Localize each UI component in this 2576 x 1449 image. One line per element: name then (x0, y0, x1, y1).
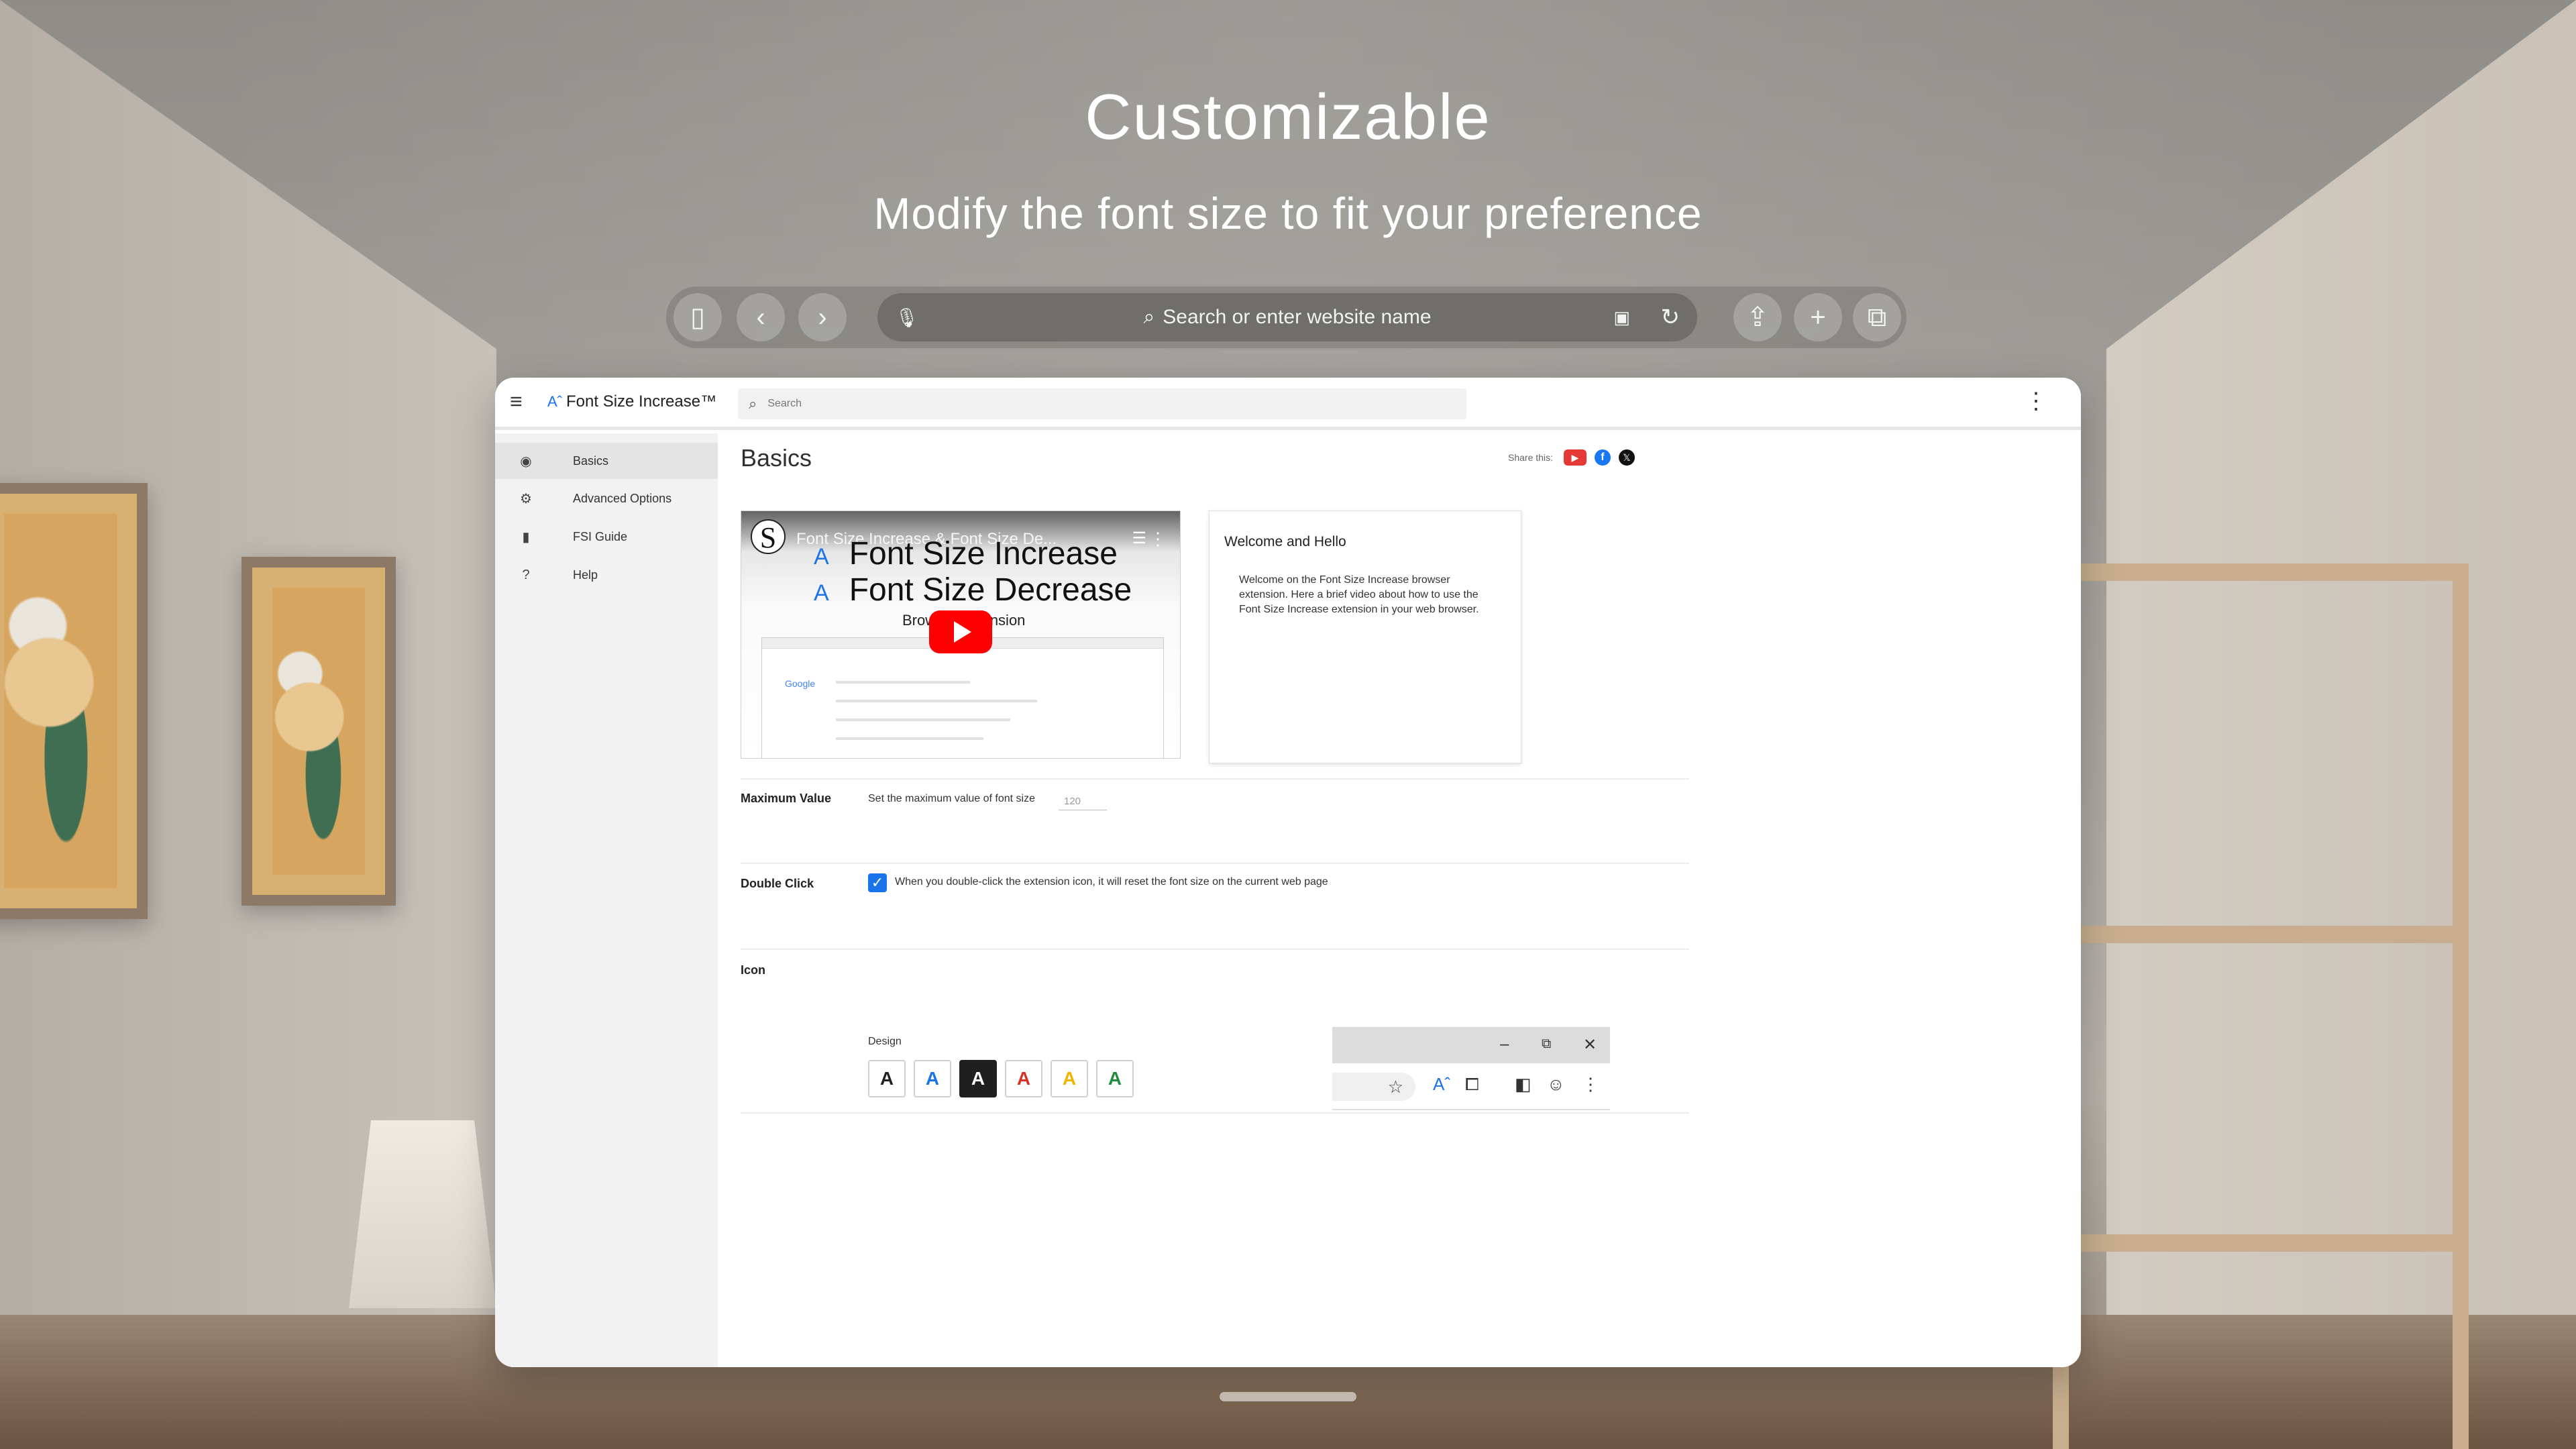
sidebar-item-label: FSI Guide (573, 529, 628, 543)
back-icon[interactable]: ‹ (737, 293, 785, 341)
sidebar: ◉ Basics ⚙ Advanced Options ▮ FSI Guide … (495, 433, 718, 1367)
app-name: Font Size Increase™ (566, 392, 717, 411)
app-topbar: ≡ AˆFont Size Increase™ ⌕ ⋮ (495, 378, 2081, 430)
star-icon: ☆ (1387, 1077, 1403, 1097)
google-logo: Google (785, 678, 816, 689)
sidebar-item-label: Basics (573, 453, 609, 468)
sidepanel-icon: ◧ (1515, 1074, 1532, 1094)
youtube-icon[interactable]: ▶ (1563, 449, 1587, 466)
share-bar: Share this: ▶ f 𝕏 (1508, 449, 1635, 466)
video-text-line1: A Font Size Increase (814, 536, 1118, 572)
minimize-icon: – (1500, 1035, 1509, 1053)
font-a-icon: A (814, 580, 829, 606)
sidebar-item-basics[interactable]: ◉ Basics (495, 443, 718, 479)
plus-icon[interactable]: + (1794, 293, 1842, 341)
hero-subtitle: Modify the font size to fit your prefere… (873, 189, 1703, 238)
brand-logo-icon: Aˆ (547, 393, 562, 410)
share-icon[interactable]: ⇪ (1733, 293, 1782, 341)
icon-design-white-on-dark[interactable]: A (959, 1060, 997, 1097)
video-thumbnail-screenshot: Google (761, 637, 1164, 758)
address-bar[interactable]: 🎙 ⌕ Search or enter website name ▣ ↻ (877, 293, 1697, 341)
video-player[interactable]: Google S Font Size Increase & Font Size … (741, 511, 1181, 759)
microphone-icon[interactable]: 🎙 (895, 307, 919, 329)
double-click-description: When you double-click the extension icon… (895, 876, 1328, 888)
more-icon: ⋮ (1582, 1074, 1599, 1094)
home-indicator (1220, 1392, 1356, 1401)
profile-icon: ☺ (1547, 1074, 1565, 1094)
reload-icon[interactable]: ↻ (1661, 304, 1680, 331)
settings-icon: ⚙ (520, 491, 532, 506)
playlist-icon[interactable]: ☰ (1132, 529, 1146, 548)
maximum-value-description: Set the maximum value of font size (868, 793, 1035, 804)
lamp (349, 1120, 496, 1308)
maximum-value-label: Maximum Value (741, 792, 832, 805)
address-placeholder: Search or enter website name (1163, 306, 1432, 328)
preview-toolbar: ☆ Aˆ ⧠ ◧ ☺ ⋮ (1332, 1063, 1610, 1110)
palette-icon: ◉ (520, 453, 532, 469)
preview-titlebar: – ⧉ ✕ (1332, 1027, 1610, 1063)
divider (741, 949, 1689, 950)
app-search[interactable]: ⌕ (738, 388, 1466, 419)
facebook-icon[interactable]: f (1594, 449, 1611, 466)
video-text-line2: A Font Size Decrease (814, 572, 1132, 608)
sidebar-item-advanced-options[interactable]: ⚙ Advanced Options (495, 480, 718, 517)
forward-icon[interactable]: › (798, 293, 847, 341)
divider (741, 778, 1689, 780)
sidebar-icon[interactable]: ▯ (674, 293, 722, 341)
toolbar-preview: – ⧉ ✕ ☆ Aˆ ⧠ ◧ ☺ ⋮ (1332, 1027, 1610, 1110)
close-icon: ✕ (1583, 1036, 1597, 1054)
search-icon: ⌕ (1143, 306, 1155, 328)
extension-a-icon: Aˆ (1433, 1074, 1450, 1094)
maximum-value-input[interactable]: 120 (1059, 790, 1107, 810)
sidebar-item-label: Help (573, 568, 598, 582)
search-input[interactable] (767, 398, 1372, 410)
video-more-icon[interactable]: ⋮ (1149, 529, 1167, 549)
divider (741, 1112, 1689, 1114)
preview-address-pill: ☆ (1332, 1073, 1415, 1101)
icon-design-black[interactable]: A (868, 1060, 906, 1097)
icon-design-red[interactable]: A (1005, 1060, 1042, 1097)
icon-design-yellow[interactable]: A (1051, 1060, 1088, 1097)
restore-icon: ⧉ (1542, 1036, 1552, 1051)
sidebar-item-help[interactable]: ? Help (495, 557, 718, 593)
icon-design-green[interactable]: A (1096, 1060, 1134, 1097)
bookmark-icon: ▮ (522, 529, 530, 545)
design-label: Design (868, 1036, 902, 1047)
sidebar-item-label: Advanced Options (573, 491, 672, 505)
wall-art-1 (0, 483, 148, 919)
font-a-icon: A (814, 544, 829, 570)
share-label: Share this: (1508, 452, 1553, 463)
app-brand: Aˆ Font Size Increase™ (547, 392, 716, 411)
welcome-body: Welcome on the Font Size Increase browse… (1239, 574, 1479, 615)
welcome-title: Welcome and Hello (1224, 534, 1346, 549)
browser-toolbar: ▯ ‹ › 🎙 ⌕ Search or enter website name ▣… (664, 284, 1909, 350)
welcome-card: Welcome and Hello Welcome on the Font Si… (1209, 511, 1521, 763)
wall-art-2 (241, 557, 396, 906)
hero-title: Customizable (1085, 81, 1491, 153)
more-options-icon[interactable]: ⋮ (2025, 390, 2047, 413)
icon-design-blue[interactable]: A (914, 1060, 951, 1097)
search-icon: ⌕ (749, 395, 757, 412)
reader-icon[interactable]: ▣ (1613, 307, 1630, 328)
icon-label: Icon (741, 963, 766, 977)
main-content: Basics Share this: ▶ f 𝕏 Google S Font S… (718, 433, 2081, 1367)
double-click-checkbox[interactable]: ✓ (868, 873, 887, 892)
puzzle-icon: ⧠ (1465, 1074, 1479, 1094)
channel-avatar[interactable]: S (751, 519, 786, 554)
help-icon: ? (522, 567, 530, 582)
page-title: Basics (741, 444, 812, 472)
app-window: ≡ AˆFont Size Increase™ ⌕ ⋮ ◉ Basics ⚙ A… (495, 378, 2081, 1367)
menu-icon[interactable]: ≡ (510, 390, 530, 412)
bookshelf (2053, 564, 2469, 1449)
double-click-label: Double Click (741, 877, 814, 890)
x-icon[interactable]: 𝕏 (1618, 449, 1635, 466)
tabs-icon[interactable]: ⧉ (1853, 293, 1901, 341)
play-button[interactable] (929, 610, 992, 653)
sidebar-item-fsi-guide[interactable]: ▮ FSI Guide (495, 519, 718, 555)
divider (741, 863, 1689, 864)
